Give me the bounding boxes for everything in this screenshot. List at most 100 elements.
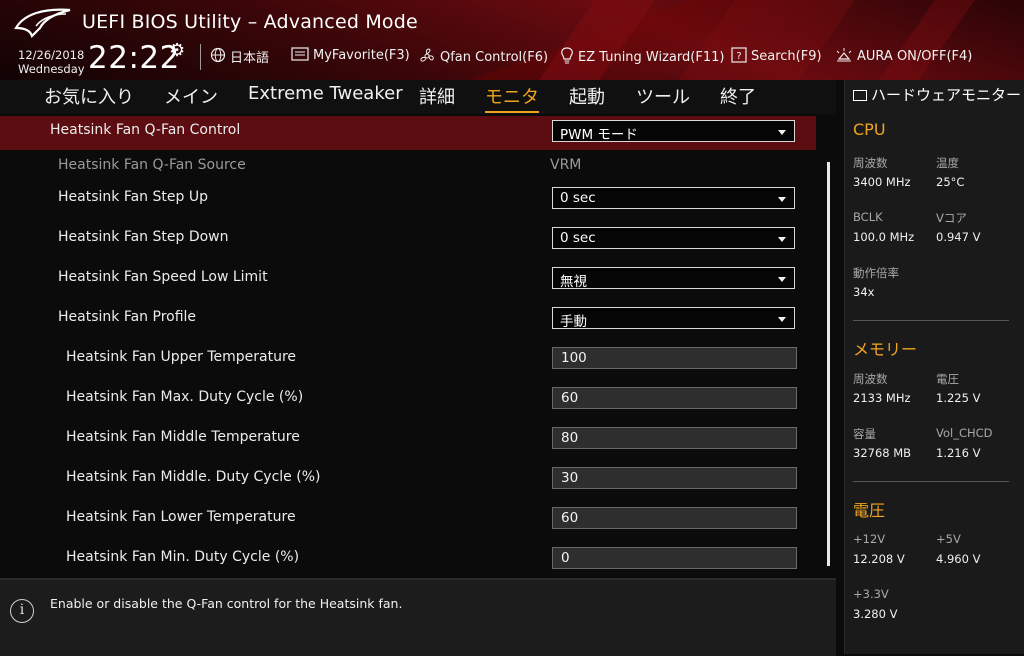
language-button[interactable]: 日本語 bbox=[210, 47, 269, 66]
dropdown-value: 0 sec bbox=[560, 230, 596, 246]
max-duty-cycle-input[interactable]: 60 bbox=[552, 387, 797, 409]
v5-value: 4.960 V bbox=[936, 552, 981, 566]
setting-label: Heatsink Fan Middle. Duty Cycle (%) bbox=[66, 469, 321, 485]
svg-text:?: ? bbox=[736, 51, 741, 62]
aura-toggle-label: AURA ON/OFF(F4) bbox=[857, 49, 973, 64]
language-label: 日本語 bbox=[230, 51, 270, 66]
setting-label: Heatsink Fan Min. Duty Cycle (%) bbox=[66, 549, 300, 565]
header-divider bbox=[200, 44, 201, 70]
lightbulb-icon bbox=[560, 47, 574, 68]
dropdown-arrow-icon bbox=[778, 237, 786, 242]
header-decoration bbox=[857, 0, 983, 80]
setting-row-upper-temperature[interactable]: Heatsink Fan Upper Temperature 100 bbox=[0, 342, 816, 376]
tab-advanced[interactable]: 詳細 bbox=[419, 83, 455, 111]
tab-extreme-tweaker[interactable]: Extreme Tweaker bbox=[248, 83, 403, 106]
profile-dropdown[interactable]: 手動 bbox=[552, 307, 795, 330]
header-bar: UEFI BIOS Utility – Advanced Mode 12/26/… bbox=[0, 0, 1024, 80]
setting-row-step-up[interactable]: Heatsink Fan Step Up 0 sec bbox=[0, 182, 816, 216]
search-help-icon: ? bbox=[731, 47, 747, 66]
header-decoration bbox=[517, 0, 663, 80]
dropdown-value: 手動 bbox=[560, 314, 587, 330]
tab-favorites[interactable]: お気に入り bbox=[44, 83, 134, 111]
settings-panel: Heatsink Fan Q-Fan Control PWM モード Heats… bbox=[0, 114, 836, 576]
bclk-label: BCLK bbox=[853, 210, 883, 224]
dropdown-arrow-icon bbox=[778, 197, 786, 202]
qfan-source-value: VRM bbox=[550, 157, 582, 173]
input-value: 30 bbox=[561, 470, 579, 486]
aura-light-icon bbox=[835, 47, 853, 66]
main-tab-bar: お気に入り メイン Extreme Tweaker 詳細 モニタ 起動 ツール … bbox=[0, 80, 836, 114]
setting-label: Heatsink Fan Max. Duty Cycle (%) bbox=[66, 389, 304, 405]
cpu-frequency-label: 周波数 bbox=[853, 156, 888, 170]
dropdown-arrow-icon bbox=[778, 130, 786, 135]
hardware-monitor-panel: ハードウェアモニター CPU 周波数 温度 3400 MHz 25°C BCLK… bbox=[844, 80, 1024, 654]
settings-scrollbar[interactable] bbox=[827, 162, 830, 566]
section-divider bbox=[853, 481, 1009, 482]
setting-row-speed-low-limit[interactable]: Heatsink Fan Speed Low Limit 無視 bbox=[0, 262, 816, 296]
input-value: 60 bbox=[561, 510, 579, 526]
clock-settings-gear-icon[interactable]: ⚙ bbox=[169, 40, 185, 61]
memory-frequency-value: 2133 MHz bbox=[853, 391, 911, 405]
input-value: 0 bbox=[561, 550, 570, 566]
dropdown-arrow-icon bbox=[778, 277, 786, 282]
step-up-dropdown[interactable]: 0 sec bbox=[552, 187, 795, 209]
min-duty-cycle-input[interactable]: 0 bbox=[552, 547, 797, 569]
lower-temperature-input[interactable]: 60 bbox=[552, 507, 797, 529]
weekday-text: Wednesday bbox=[18, 62, 85, 76]
monitor-icon bbox=[853, 90, 867, 101]
date-text: 12/26/2018 bbox=[18, 48, 85, 62]
search-button[interactable]: ? Search(F9) bbox=[731, 47, 822, 66]
qfan-control-dropdown[interactable]: PWM モード bbox=[552, 120, 795, 143]
vol-chcd-value: 1.216 V bbox=[936, 446, 981, 460]
voltage-section-title: 電圧 bbox=[853, 501, 886, 520]
clock-display: 22:22 bbox=[88, 40, 180, 76]
setting-row-lower-temperature[interactable]: Heatsink Fan Lower Temperature 60 bbox=[0, 502, 816, 536]
dropdown-value: 無視 bbox=[560, 274, 587, 290]
qfan-control-button[interactable]: Qfan Control(F6) bbox=[418, 47, 548, 68]
setting-label: Heatsink Fan Lower Temperature bbox=[66, 509, 296, 525]
upper-temperature-input[interactable]: 100 bbox=[552, 347, 797, 369]
setting-row-qfan-source: Heatsink Fan Q-Fan Source VRM bbox=[0, 150, 816, 184]
memory-capacity-value: 32768 MB bbox=[853, 446, 912, 460]
aura-toggle-button[interactable]: AURA ON/OFF(F4) bbox=[835, 47, 972, 66]
help-bar: i Enable or disable the Q-Fan control fo… bbox=[0, 578, 836, 656]
v33-value: 3.280 V bbox=[853, 607, 898, 621]
tab-exit[interactable]: 終了 bbox=[720, 83, 756, 111]
middle-duty-cycle-input[interactable]: 30 bbox=[552, 467, 797, 489]
ratio-label: 動作倍率 bbox=[853, 266, 899, 280]
setting-row-middle-duty-cycle[interactable]: Heatsink Fan Middle. Duty Cycle (%) 30 bbox=[0, 462, 816, 496]
hardware-monitor-title: ハードウェアモニター bbox=[853, 86, 1023, 105]
v33-label: +3.3V bbox=[853, 587, 889, 601]
myfavorite-label: MyFavorite(F3) bbox=[313, 48, 410, 63]
date-display: 12/26/2018 Wednesday bbox=[18, 48, 85, 76]
memory-voltage-label: 電圧 bbox=[936, 372, 959, 386]
ez-tuning-wizard-button[interactable]: EZ Tuning Wizard(F11) bbox=[560, 47, 724, 68]
setting-row-max-duty-cycle[interactable]: Heatsink Fan Max. Duty Cycle (%) 60 bbox=[0, 382, 816, 416]
setting-label: Heatsink Fan Speed Low Limit bbox=[58, 269, 268, 285]
setting-row-middle-temperature[interactable]: Heatsink Fan Middle Temperature 80 bbox=[0, 422, 816, 456]
app-title: UEFI BIOS Utility – Advanced Mode bbox=[82, 11, 418, 33]
step-down-dropdown[interactable]: 0 sec bbox=[552, 227, 795, 249]
favorite-list-icon bbox=[291, 47, 309, 64]
ez-tuning-wizard-label: EZ Tuning Wizard(F11) bbox=[578, 50, 725, 65]
globe-icon bbox=[210, 47, 226, 66]
setting-row-profile[interactable]: Heatsink Fan Profile 手動 bbox=[0, 302, 816, 336]
memory-frequency-label: 周波数 bbox=[853, 372, 888, 386]
setting-row-step-down[interactable]: Heatsink Fan Step Down 0 sec bbox=[0, 222, 816, 256]
vcore-value: 0.947 V bbox=[936, 230, 981, 244]
middle-temperature-input[interactable]: 80 bbox=[552, 427, 797, 449]
vcore-label: Vコア bbox=[936, 211, 967, 225]
setting-row-qfan-control[interactable]: Heatsink Fan Q-Fan Control PWM モード bbox=[0, 116, 816, 150]
tab-tool[interactable]: ツール bbox=[636, 83, 690, 111]
tab-monitor[interactable]: モニタ bbox=[485, 83, 539, 113]
section-divider bbox=[853, 320, 1009, 321]
memory-section-title: メモリー bbox=[853, 340, 918, 359]
setting-row-min-duty-cycle[interactable]: Heatsink Fan Min. Duty Cycle (%) 0 bbox=[0, 542, 816, 576]
tab-main[interactable]: メイン bbox=[164, 83, 218, 111]
cpu-temperature-label: 温度 bbox=[936, 156, 959, 170]
myfavorite-button[interactable]: MyFavorite(F3) bbox=[291, 47, 410, 64]
input-value: 60 bbox=[561, 390, 579, 406]
tab-boot[interactable]: 起動 bbox=[569, 83, 605, 111]
dropdown-value: PWM モード bbox=[560, 127, 638, 143]
speed-low-limit-dropdown[interactable]: 無視 bbox=[552, 267, 795, 290]
